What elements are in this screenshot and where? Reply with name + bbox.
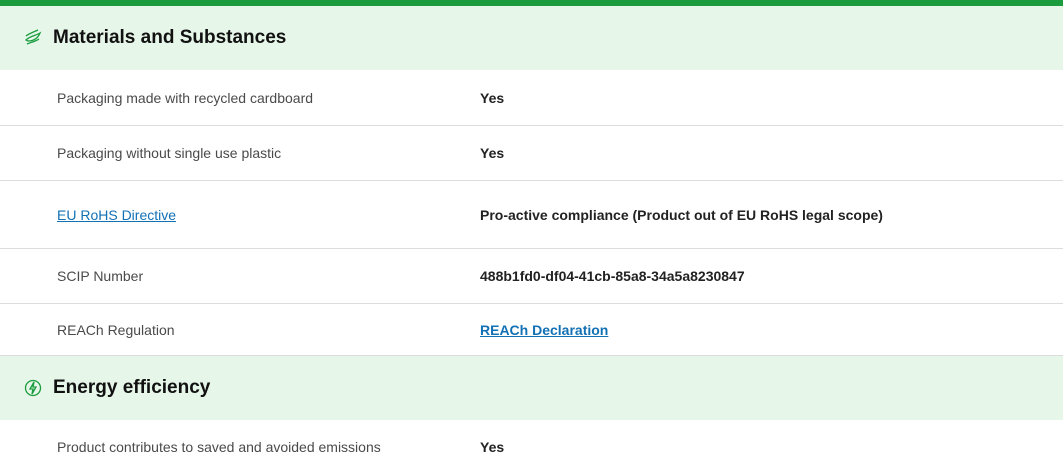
eu-rohs-directive-link[interactable]: EU RoHS Directive bbox=[57, 207, 176, 223]
row-label: Packaging made with recycled cardboard bbox=[57, 89, 314, 106]
table-row: EU RoHS Directive Pro-active compliance … bbox=[0, 181, 1063, 249]
reach-declaration-link[interactable]: REACh Declaration bbox=[480, 322, 608, 338]
row-label: Product contributes to saved and avoided… bbox=[57, 438, 381, 455]
row-value: Pro-active compliance (Product out of EU… bbox=[480, 206, 883, 223]
row-value: Yes bbox=[480, 145, 505, 161]
row-value-cell: REACh Declaration bbox=[480, 321, 900, 339]
row-label: Packaging without single use plastic bbox=[57, 145, 282, 161]
section-header-energy: Energy efficiency bbox=[0, 356, 1063, 420]
section-title: Materials and Substances bbox=[53, 27, 287, 48]
table-row: REACh Regulation REACh Declaration bbox=[0, 304, 1063, 356]
row-value: Yes bbox=[480, 438, 505, 455]
row-label: SCIP Number bbox=[57, 268, 144, 284]
section-header-materials: Materials and Substances bbox=[0, 6, 1063, 70]
scip-number-value: 488b1fd0-df04-41cb-85a8-34a5a8230847 bbox=[480, 268, 745, 284]
table-row: SCIP Number 488b1fd0-df04-41cb-85a8-34a5… bbox=[0, 249, 1063, 304]
table-row: Packaging made with recycled cardboard Y… bbox=[0, 70, 1063, 126]
section-title: Energy efficiency bbox=[53, 377, 211, 398]
leaf-layers-icon bbox=[23, 28, 43, 48]
row-label-cell: EU RoHS Directive bbox=[0, 207, 480, 223]
table-row: Product contributes to saved and avoided… bbox=[0, 420, 1063, 467]
energy-leaf-icon bbox=[23, 378, 43, 398]
row-value: Yes bbox=[480, 89, 505, 106]
table-row: Packaging without single use plastic Yes bbox=[0, 126, 1063, 181]
row-label: REACh Regulation bbox=[57, 321, 175, 338]
